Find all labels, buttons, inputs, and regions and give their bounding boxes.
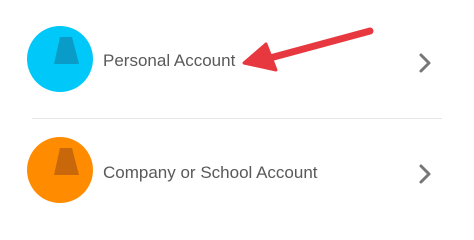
personal-account-icon	[27, 26, 93, 92]
company-school-account-label: Company or School Account	[103, 163, 318, 182]
company-school-account-option[interactable]: Company or School Account	[0, 126, 474, 226]
personal-account-option[interactable]: Personal Account	[0, 13, 474, 113]
personal-account-label: Personal Account	[103, 51, 236, 70]
divider	[32, 118, 442, 119]
chevron-right-icon	[419, 53, 431, 73]
chevron-right-icon	[419, 164, 431, 184]
company-account-icon	[27, 137, 93, 203]
